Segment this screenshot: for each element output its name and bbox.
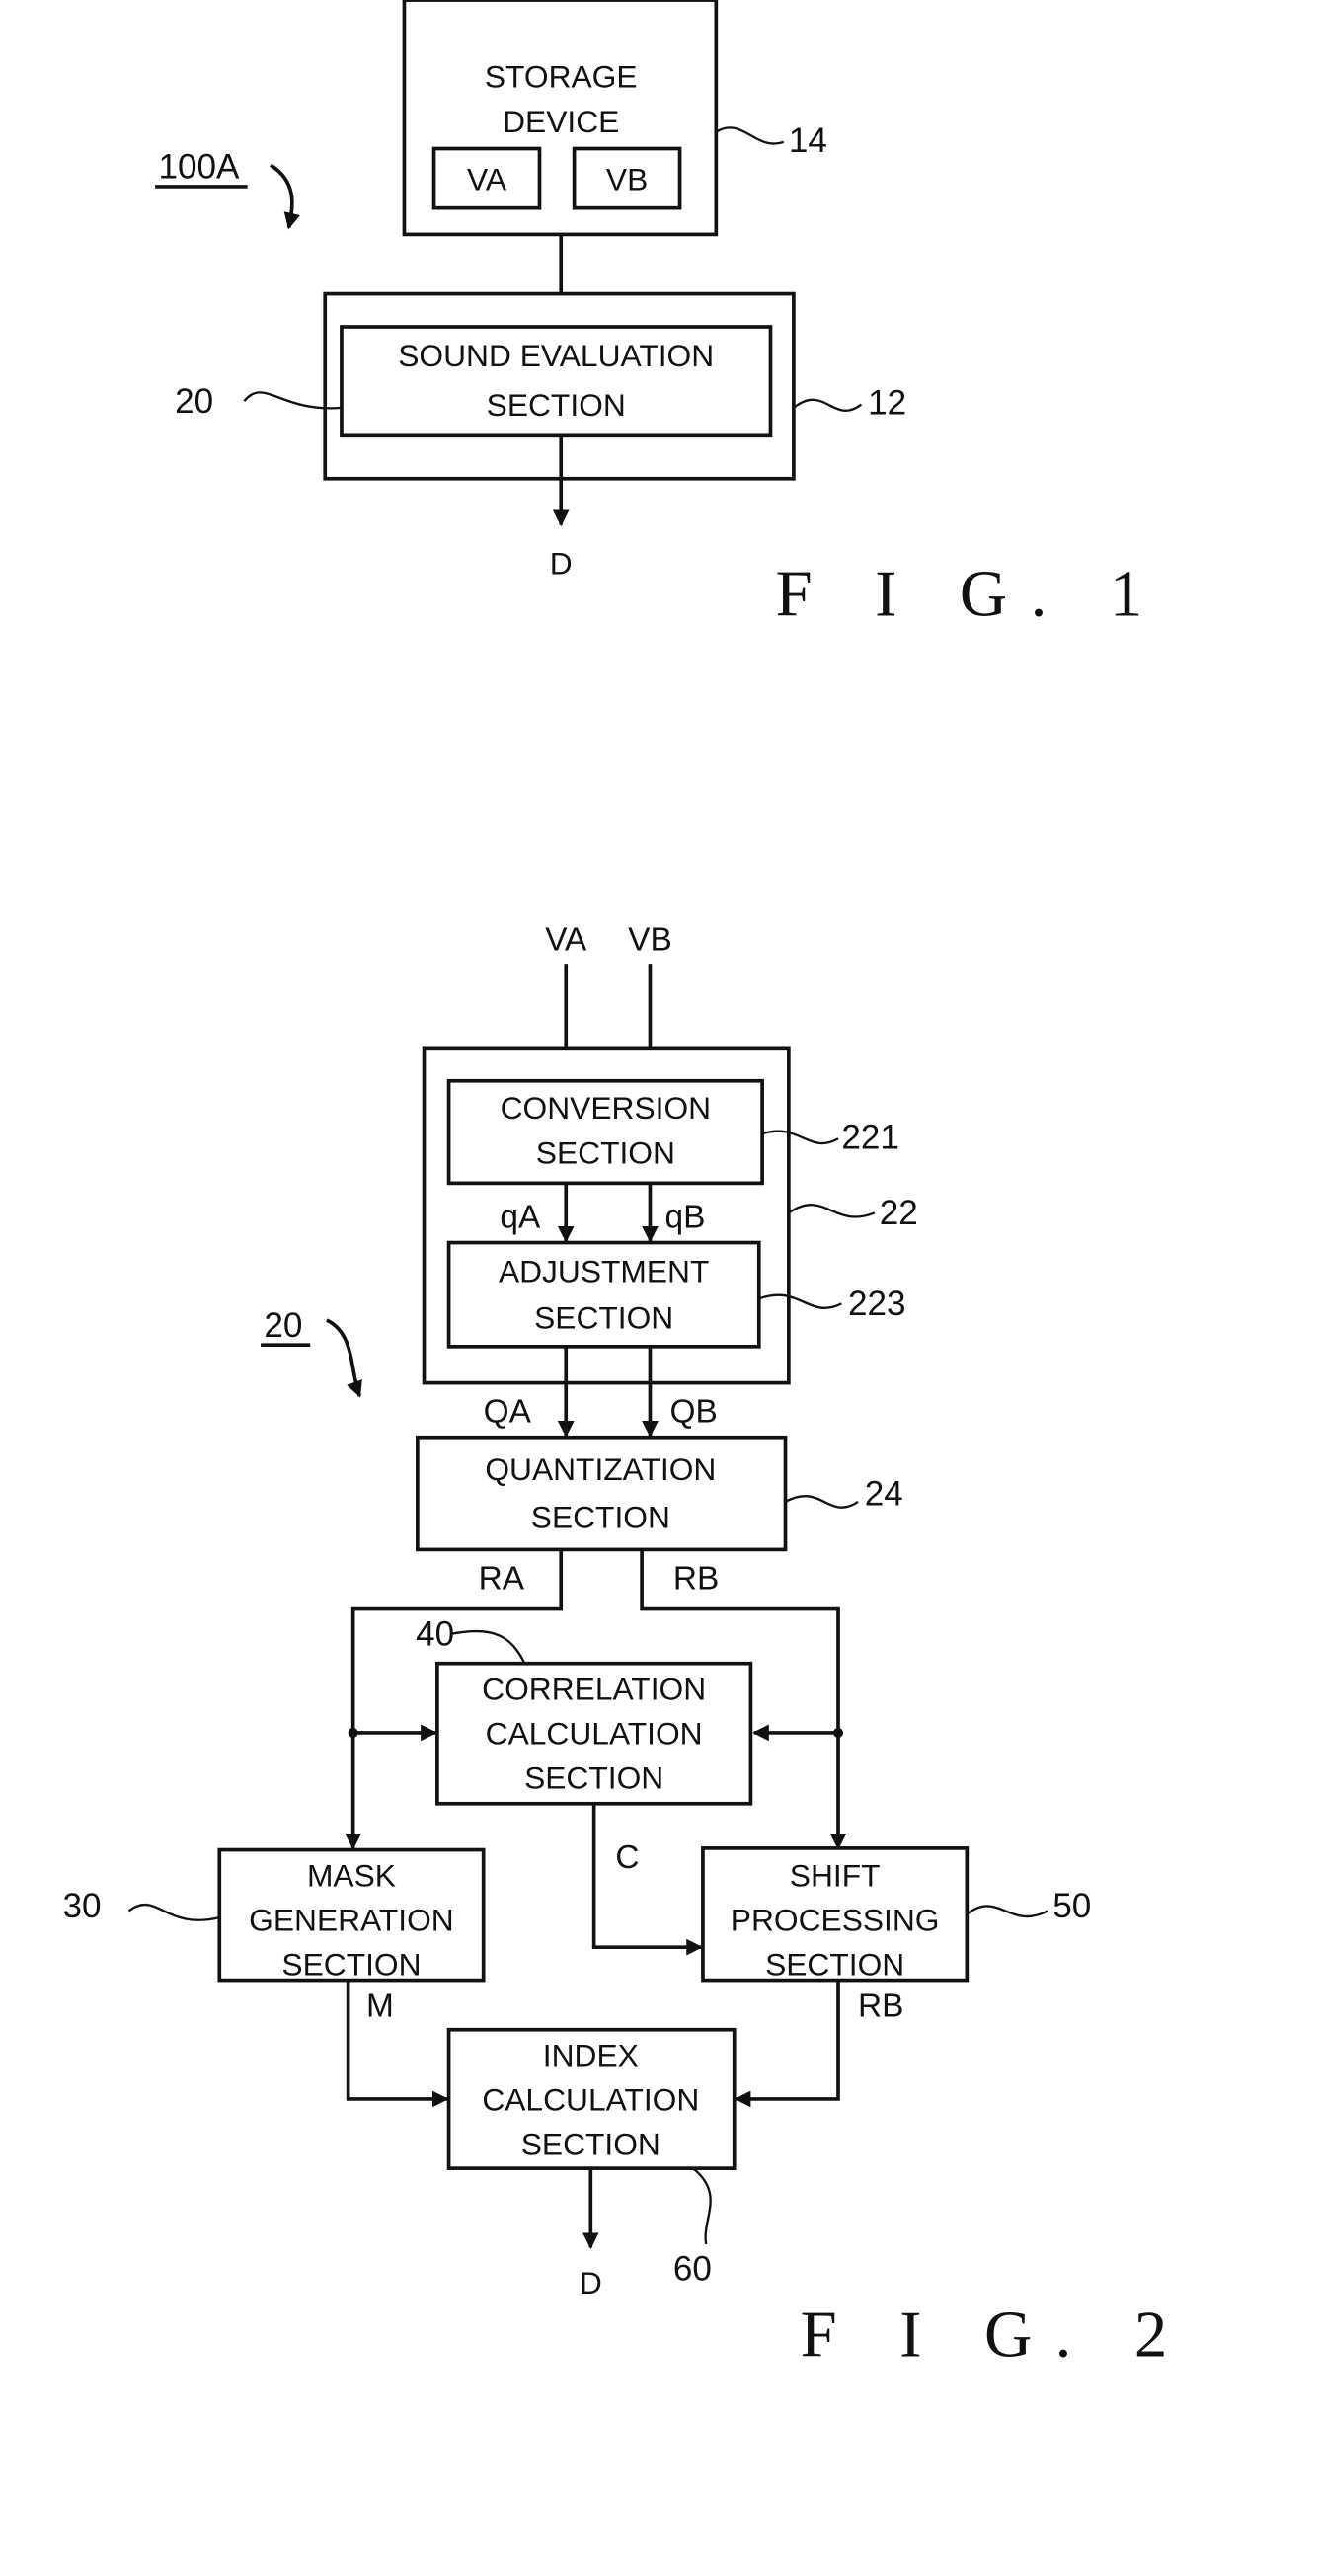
adjustment-line1: ADJUSTMENT (499, 1254, 709, 1289)
va-label: VA (467, 161, 507, 196)
ref-24: 24 (865, 1474, 903, 1513)
leader-14 (715, 126, 785, 145)
ref-arrow-20 (326, 1318, 362, 1398)
correlation-line2: CALCULATION (486, 1716, 703, 1752)
leader-30 (127, 1903, 220, 1921)
wire-rb-to-index (734, 1980, 840, 2108)
leader-50 (966, 1905, 1048, 1918)
ref-12: 12 (868, 384, 906, 423)
index-line3: SECTION (521, 2127, 660, 2162)
adjustment-line2: SECTION (534, 1299, 673, 1335)
wire-m-to-index (346, 1980, 449, 2108)
signal-qb-upper: QB (670, 1394, 718, 1431)
ref-20: 20 (175, 382, 213, 421)
signal-rb-shifted: RB (858, 1988, 903, 2024)
ref-221: 221 (841, 1118, 899, 1156)
vb-label: VB (606, 161, 648, 196)
figure-2: VA VB 22 CONVERSION SECTION 221 qA qB AD… (63, 922, 1191, 2372)
leader-22 (788, 1204, 876, 1218)
shift-line1: SHIFT (790, 1857, 881, 1893)
ref-60: 60 (673, 2250, 712, 2289)
leader-12 (793, 398, 863, 412)
figure-1: 100A STORAGE DEVICE VA VB 14 SOUND EVALU… (155, 0, 1165, 630)
output-d2-label: D (580, 2265, 602, 2301)
wire-c-to-shift (591, 1803, 703, 1956)
storage-title-line1: STORAGE (485, 59, 638, 95)
signal-ra: RA (479, 1561, 525, 1598)
signal-c: C (615, 1839, 639, 1876)
shift-line2: PROCESSING (731, 1902, 940, 1937)
leader-40 (451, 1629, 526, 1665)
mask-line1: MASK (307, 1857, 396, 1893)
correlation-line1: CORRELATION (482, 1671, 706, 1706)
input-vb-label: VB (628, 922, 672, 959)
ref-223: 223 (848, 1285, 906, 1323)
system-ref-20: 20 (264, 1306, 302, 1345)
patent-drawing: 100A STORAGE DEVICE VA VB 14 SOUND EVALU… (63, 0, 1191, 2372)
signal-rb: RB (673, 1561, 719, 1598)
sound-eval-line2: SECTION (487, 387, 626, 423)
system-ref-100a: 100A (158, 148, 240, 187)
leader-60 (692, 2167, 712, 2245)
ref-30: 30 (63, 1887, 102, 1925)
quantization-line2: SECTION (531, 1500, 670, 1535)
signal-m: M (366, 1988, 394, 2024)
figure-caption-2: F I G. 2 (801, 2299, 1191, 2372)
signal-qa-upper: QA (484, 1394, 532, 1431)
output-d-label: D (550, 546, 573, 582)
correlation-line3: SECTION (524, 1760, 663, 1796)
ref-22: 22 (880, 1194, 918, 1232)
conversion-line1: CONVERSION (501, 1090, 711, 1126)
signal-qb-lower: qB (665, 1199, 706, 1235)
mask-line2: GENERATION (249, 1902, 454, 1937)
shift-line3: SECTION (765, 1947, 904, 1983)
storage-title-line2: DEVICE (503, 104, 619, 139)
ref-50: 50 (1052, 1887, 1091, 1925)
conversion-line2: SECTION (536, 1134, 675, 1170)
index-line1: INDEX (543, 2037, 639, 2072)
ref-40: 40 (416, 1614, 454, 1653)
figure-caption-1: F I G. 1 (775, 557, 1165, 630)
leader-24 (784, 1495, 859, 1509)
sound-eval-line1: SOUND EVALUATION (398, 338, 714, 373)
input-va-label: VA (545, 922, 587, 959)
quantization-line1: QUANTIZATION (485, 1451, 716, 1487)
ref-arrow-100a (270, 163, 300, 230)
storage-device-box: STORAGE DEVICE VA VB (402, 0, 719, 237)
index-line2: CALCULATION (482, 2082, 699, 2118)
mask-line3: SECTION (281, 1947, 421, 1983)
ref-14: 14 (789, 121, 827, 160)
signal-qa-lower: qA (500, 1199, 541, 1235)
